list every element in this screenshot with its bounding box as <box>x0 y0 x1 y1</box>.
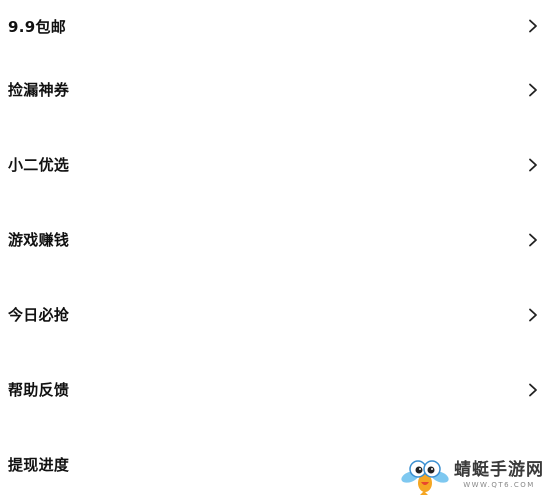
chevron-right-icon <box>526 383 540 397</box>
menu-item-label: 帮助反馈 <box>8 381 70 399</box>
menu-item-help-feedback[interactable]: 帮助反馈 <box>0 352 556 427</box>
watermark-text: 蜻蜓手游网 WWW.QT6.COM <box>454 459 544 489</box>
dragonfly-mascot-icon <box>401 460 449 495</box>
chevron-right-icon <box>526 308 540 322</box>
menu-item-label: 9.9包邮 <box>8 17 67 36</box>
watermark-url: WWW.QT6.COM <box>463 480 535 489</box>
watermark-title: 蜻蜓手游网 <box>454 459 544 480</box>
chevron-right-icon <box>526 233 540 247</box>
menu-list: 9.9包邮 捡漏神券 小二优选 游戏赚钱 今日必抢 帮助反馈 提现进度 <box>0 0 556 502</box>
menu-item-9-9-free-shipping[interactable]: 9.9包邮 <box>0 0 556 52</box>
menu-item-label: 今日必抢 <box>8 306 70 324</box>
watermark: 蜻蜓手游网 WWW.QT6.COM <box>400 453 550 497</box>
menu-item-editor-picks[interactable]: 小二优选 <box>0 127 556 202</box>
menu-item-label: 捡漏神券 <box>8 81 70 99</box>
chevron-right-icon <box>526 19 540 33</box>
chevron-right-icon <box>526 158 540 172</box>
menu-item-label: 提现进度 <box>8 456 70 474</box>
menu-item-label: 游戏赚钱 <box>8 231 70 249</box>
menu-item-today-must-grab[interactable]: 今日必抢 <box>0 277 556 352</box>
menu-item-label: 小二优选 <box>8 156 70 174</box>
chevron-right-icon <box>526 83 540 97</box>
menu-item-bargain-coupons[interactable]: 捡漏神券 <box>0 52 556 127</box>
menu-item-play-games-earn[interactable]: 游戏赚钱 <box>0 202 556 277</box>
